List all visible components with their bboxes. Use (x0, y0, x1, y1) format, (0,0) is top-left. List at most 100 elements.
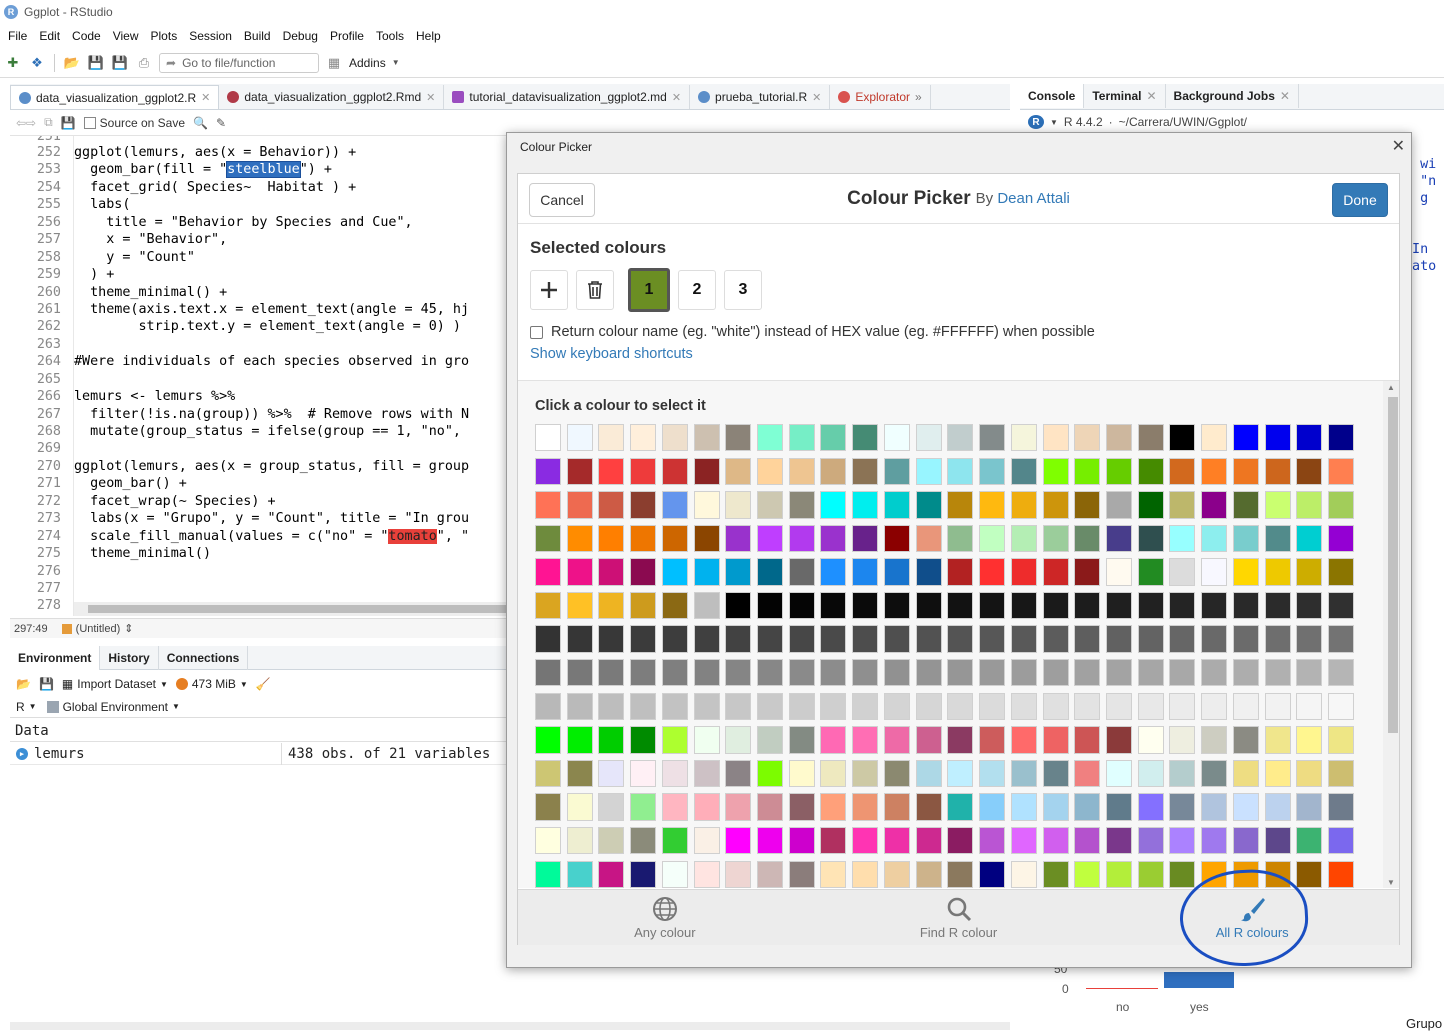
colour-swatch[interactable] (1327, 491, 1354, 519)
colour-swatch[interactable] (820, 457, 847, 485)
colour-swatch[interactable] (915, 793, 942, 821)
colour-swatch[interactable] (1232, 625, 1259, 653)
colour-swatch[interactable] (1010, 625, 1037, 653)
menu-edit[interactable]: Edit (33, 29, 66, 43)
bottom-scrollbar[interactable] (10, 1022, 1010, 1030)
colour-swatch[interactable] (1042, 591, 1069, 620)
colour-swatch[interactable] (661, 826, 688, 855)
broom-icon[interactable]: 🧹 (256, 677, 271, 691)
close-icon[interactable]: ✕ (201, 91, 210, 104)
code-line[interactable]: title = "Behavior by Species and Cue", (74, 214, 514, 231)
close-icon[interactable]: ✕ (672, 91, 681, 104)
code-line[interactable]: facet_wrap(~ Species) + (74, 493, 514, 510)
colour-swatch[interactable] (1010, 759, 1037, 788)
colour-swatch[interactable] (535, 726, 561, 754)
editor-tab-5[interactable]: Explorator » (830, 85, 931, 109)
colour-swatch[interactable] (598, 726, 625, 754)
colour-swatch[interactable] (630, 759, 657, 788)
colour-swatch[interactable] (725, 860, 752, 888)
colour-swatch[interactable] (661, 759, 688, 788)
colour-swatch[interactable] (757, 424, 784, 452)
colour-swatch[interactable] (1296, 591, 1323, 620)
delete-colour-button[interactable] (576, 270, 614, 310)
code-line[interactable]: strip.text.y = element_text(angle = 0) ) (74, 318, 514, 335)
tab-environment[interactable]: Environment (10, 646, 101, 670)
colour-swatch[interactable] (947, 726, 974, 754)
colour-swatch[interactable] (1327, 424, 1354, 452)
colour-swatch[interactable] (852, 860, 879, 888)
colour-swatch[interactable] (883, 860, 910, 888)
colour-swatch[interactable] (566, 692, 593, 721)
colour-swatch[interactable] (598, 860, 625, 888)
colour-swatch[interactable] (725, 726, 752, 754)
colour-swatch[interactable] (566, 726, 593, 754)
colour-swatch[interactable] (788, 558, 815, 586)
colour-swatch[interactable] (725, 591, 752, 620)
colour-swatch[interactable] (1232, 491, 1259, 519)
colour-swatch[interactable] (1201, 659, 1228, 687)
colour-swatch[interactable] (1137, 457, 1164, 485)
colour-swatch[interactable] (693, 524, 720, 553)
colour-swatch[interactable] (1264, 457, 1291, 485)
colour-swatch[interactable] (1169, 424, 1196, 452)
colour-swatch[interactable] (1074, 625, 1101, 653)
menu-session[interactable]: Session (183, 29, 238, 43)
colour-swatch[interactable] (535, 424, 561, 452)
colour-swatch[interactable] (852, 826, 879, 855)
colour-swatch[interactable] (630, 591, 657, 620)
code-line[interactable] (74, 136, 514, 144)
working-directory[interactable]: ~/Carrera/UWIN/Ggplot/ (1119, 115, 1247, 129)
code-line[interactable] (74, 580, 514, 597)
colour-swatch[interactable] (1042, 759, 1069, 788)
colour-swatch[interactable] (535, 793, 561, 821)
colour-swatch[interactable] (661, 457, 688, 485)
more-tabs-icon[interactable]: » (915, 90, 922, 104)
colour-swatch[interactable] (1137, 424, 1164, 452)
chevron-down-icon[interactable]: ▼ (1050, 118, 1058, 127)
colour-swatch[interactable] (757, 860, 784, 888)
colour-swatch[interactable] (630, 826, 657, 855)
colour-swatch[interactable] (947, 793, 974, 821)
tab-terminal[interactable]: Terminal ✕ (1084, 84, 1166, 108)
colour-swatch[interactable] (820, 491, 847, 519)
colour-swatch[interactable] (725, 759, 752, 788)
colour-swatch[interactable] (693, 424, 720, 452)
colour-swatch[interactable] (1105, 558, 1132, 586)
colour-swatch[interactable] (947, 491, 974, 519)
colour-swatch[interactable] (1042, 826, 1069, 855)
editor-tab-1[interactable]: data_viasualization_ggplot2.R ✕ (10, 85, 220, 109)
colour-swatch[interactable] (1042, 793, 1069, 821)
menu-build[interactable]: Build (238, 29, 277, 43)
colour-swatch[interactable] (820, 659, 847, 687)
colour-swatch[interactable] (1327, 793, 1354, 821)
colour-swatch[interactable] (1327, 826, 1354, 855)
colour-swatch[interactable] (725, 625, 752, 653)
colour-swatch[interactable] (1137, 826, 1164, 855)
colour-swatch[interactable] (598, 491, 625, 519)
colour-swatch[interactable] (1105, 591, 1132, 620)
colour-swatch[interactable] (979, 793, 1006, 821)
colour-swatch[interactable] (915, 491, 942, 519)
colour-swatch[interactable] (1137, 491, 1164, 519)
colour-swatch[interactable] (820, 424, 847, 452)
colour-swatch[interactable] (757, 457, 784, 485)
colour-swatch[interactable] (598, 524, 625, 553)
colour-swatch[interactable] (566, 860, 593, 888)
colour-swatch[interactable] (947, 759, 974, 788)
colour-swatch[interactable] (1105, 793, 1132, 821)
code-line[interactable]: ggplot(lemurs, aes(x = group_status, fil… (74, 458, 514, 475)
add-colour-button[interactable] (530, 270, 568, 310)
colour-swatch[interactable] (1074, 726, 1101, 754)
colour-swatch[interactable] (1232, 793, 1259, 821)
colour-swatch[interactable] (1137, 524, 1164, 553)
colour-swatch[interactable] (1264, 659, 1291, 687)
colour-swatch[interactable] (1327, 726, 1354, 754)
colour-swatch[interactable] (598, 759, 625, 788)
scrollbar-thumb[interactable] (1388, 397, 1398, 733)
colour-swatch[interactable] (630, 726, 657, 754)
colour-swatch[interactable] (598, 659, 625, 687)
menu-plots[interactable]: Plots (145, 29, 184, 43)
colour-swatch[interactable] (852, 692, 879, 721)
colour-swatch[interactable] (788, 860, 815, 888)
environment-row[interactable]: ▶ lemurs 438 obs. of 21 variables (10, 742, 510, 765)
